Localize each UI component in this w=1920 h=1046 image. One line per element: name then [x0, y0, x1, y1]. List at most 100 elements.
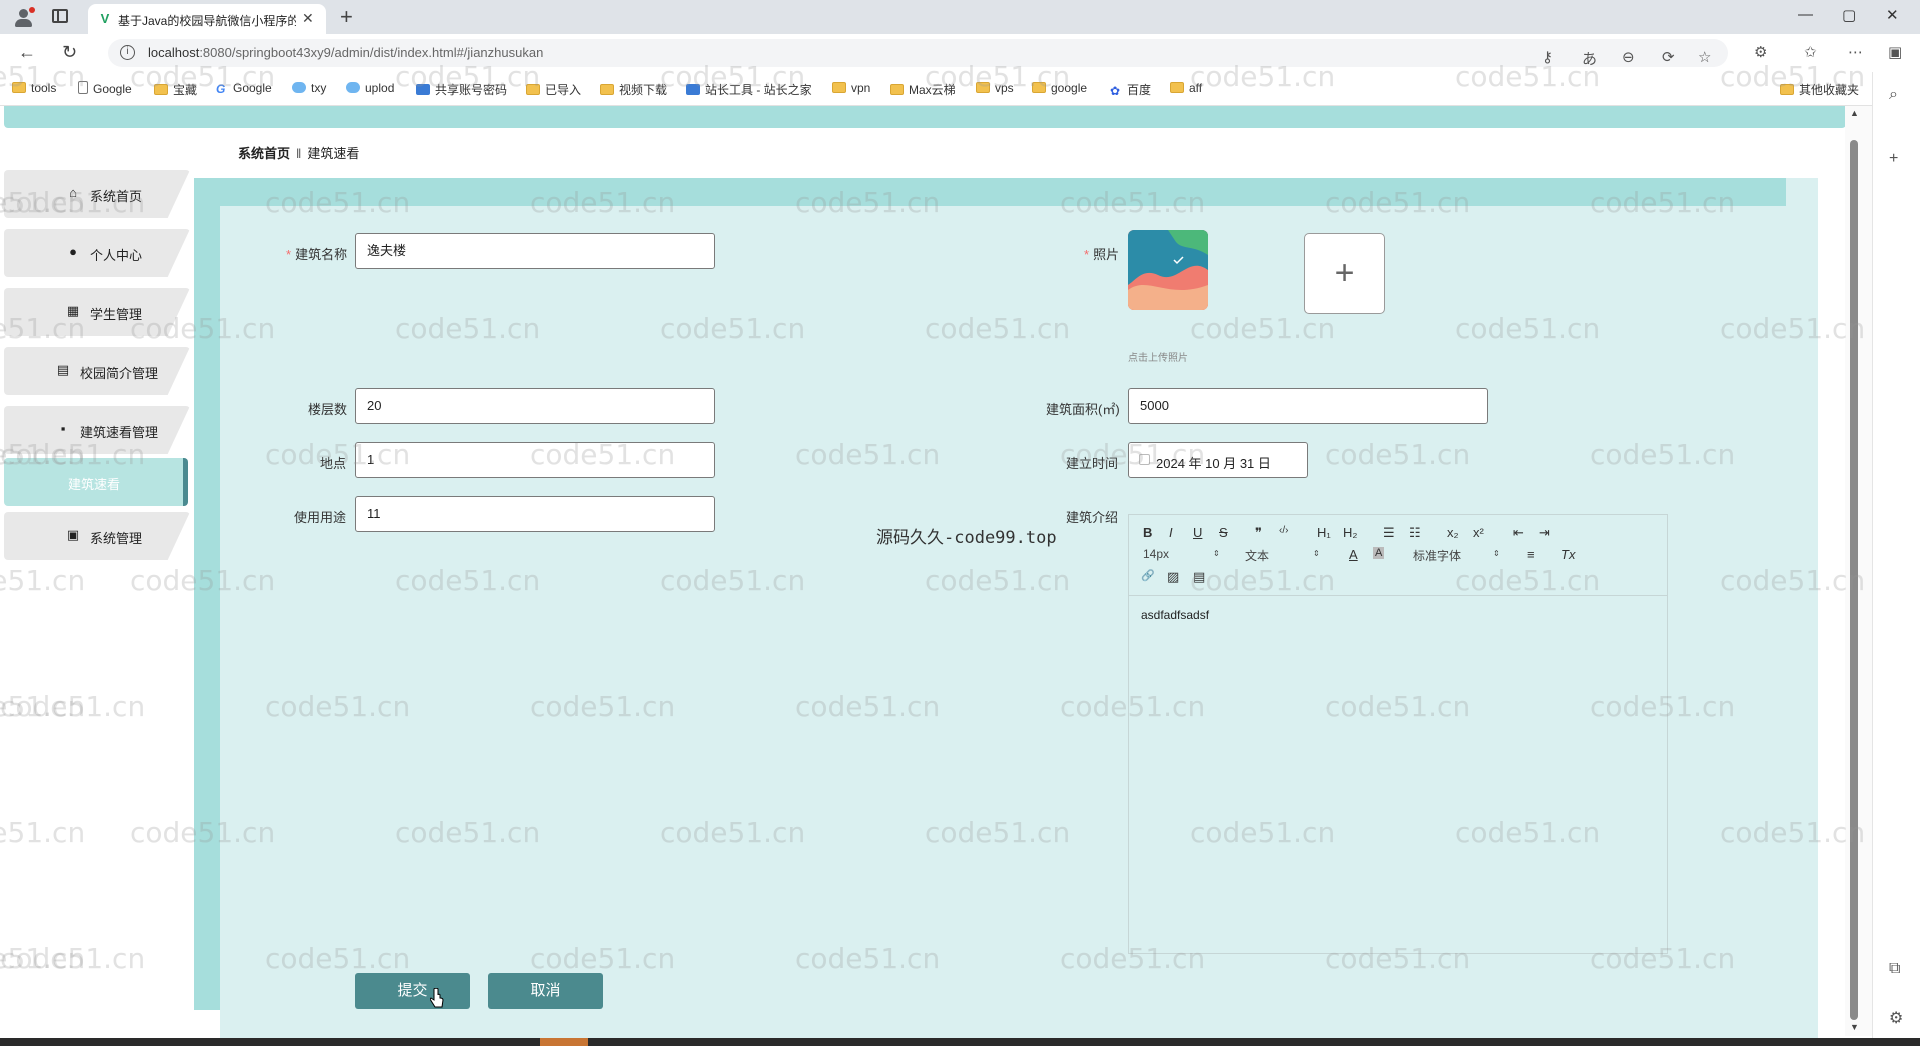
bookmark-vpn[interactable]: vpn — [832, 81, 870, 97]
text-type-select[interactable]: 文本 ⇕ — [1245, 547, 1320, 564]
heading2-icon[interactable]: H₂ — [1343, 525, 1357, 540]
folder-icon — [1780, 84, 1794, 95]
scroll-down-icon[interactable]: ▼ — [1850, 1022, 1859, 1032]
close-window-button[interactable]: ✕ — [1886, 6, 1899, 24]
blockquote-icon[interactable]: ❞ — [1255, 525, 1262, 541]
site-info-icon[interactable]: i — [120, 45, 135, 60]
bookmark-vps[interactable]: vps — [976, 81, 1014, 97]
sidebar-item-label: 系统首页 — [90, 189, 143, 204]
bookmark-txy[interactable]: txy — [292, 81, 326, 97]
browser-tab[interactable]: V 基于Java的校园导航微信小程序的 ✕ — [88, 4, 326, 34]
image-icon[interactable]: ▨ — [1167, 569, 1179, 585]
sync-icon[interactable]: ⟳ — [1662, 48, 1675, 66]
clear-format-icon[interactable]: Tx — [1561, 547, 1575, 562]
editor-toolbar-row-3: 🔗 ▨ ▤ — [1129, 569, 1669, 589]
sidebar-item-profile[interactable]: ● 个人中心 — [4, 229, 190, 277]
reload-icon[interactable]: ↻ — [62, 42, 77, 63]
bookmark-google[interactable]: Google — [78, 81, 132, 97]
edge-sidebar: ⌕ + ⧉ ⚙ — [1872, 72, 1920, 1046]
more-menu-icon[interactable]: ⋯ — [1848, 43, 1863, 61]
url-input[interactable]: i localhost:8080/springboot43xy9/admin/d… — [108, 39, 1728, 69]
building-name-input[interactable]: 逸夫楼 — [355, 233, 715, 269]
bookmark-shared-accounts[interactable]: 共享账号密码 — [416, 81, 507, 97]
italic-icon[interactable]: I — [1169, 525, 1173, 540]
bookmark-google-2[interactable]: G Google — [216, 81, 272, 97]
new-tab-button[interactable]: + — [340, 4, 353, 30]
scroll-up-icon[interactable]: ▲ — [1850, 108, 1859, 118]
submit-button[interactable]: 提交 — [355, 973, 470, 1009]
background-color-icon[interactable]: A — [1373, 547, 1385, 559]
folder-icon — [526, 84, 540, 95]
breadcrumb-current: 建筑速看 — [307, 146, 360, 161]
bookmark-uplod[interactable]: uplod — [346, 81, 394, 97]
usage-input[interactable]: 11 — [355, 496, 715, 532]
font-size-select[interactable]: 14px ⇕ — [1143, 547, 1220, 561]
tab-actions-icon[interactable] — [52, 9, 68, 23]
sidebar-item-building-admin[interactable]: ▪ 建筑速看管理 — [4, 406, 190, 454]
favorite-star-icon[interactable]: ☆ — [1698, 48, 1711, 66]
photo-image — [1128, 230, 1208, 310]
sidebar-item-students[interactable]: ▦ 学生管理 — [4, 288, 190, 336]
ordered-list-icon[interactable]: ☰ — [1383, 525, 1395, 541]
heading1-icon[interactable]: H₁ — [1317, 525, 1331, 540]
underline-icon[interactable]: U — [1193, 525, 1202, 540]
strikethrough-icon[interactable]: S — [1219, 525, 1228, 540]
favorites-icon[interactable]: ✩ — [1804, 43, 1817, 61]
profile-icon[interactable] — [12, 7, 35, 29]
page-scrollbar[interactable]: ▲ ▼ — [1845, 106, 1872, 1036]
tab-close-icon[interactable]: ✕ — [302, 10, 314, 27]
indent-icon[interactable]: ⇥ — [1539, 525, 1550, 541]
outdent-icon[interactable]: ⇤ — [1513, 525, 1524, 541]
sidebar-item-campus-intro[interactable]: ▤ 校园简介管理 — [4, 347, 190, 395]
rich-text-editor[interactable]: B I U S ❞ ‹/› H₁ H₂ ☰ ☷ x₂ x² ⇤ ⇥ 14px ⇕ … — [1128, 514, 1668, 954]
built-date-picker[interactable]: 2024 年 10 月 31 日 — [1128, 442, 1308, 478]
link-icon[interactable]: 🔗 — [1141, 569, 1155, 582]
bookmark-tools[interactable]: tools — [12, 81, 56, 97]
back-icon[interactable]: ← — [18, 42, 36, 63]
key-icon[interactable]: ⚷ — [1542, 48, 1553, 66]
breadcrumb: 系统首页 ‖ 建筑速看 — [238, 143, 359, 162]
location-input[interactable]: 1 — [355, 442, 715, 478]
sidebar-item-home[interactable]: ⌂ 系统首页 — [4, 170, 190, 218]
area-input[interactable]: 5000 — [1128, 388, 1488, 424]
sidebar-toggle-icon[interactable]: ▣ — [1888, 43, 1902, 61]
url-text[interactable]: localhost:8080/springboot43xy9/admin/dis… — [148, 45, 543, 60]
minimize-button[interactable]: — — [1798, 6, 1813, 23]
bookmark-chinaz[interactable]: 站长工具 - 站长之家 — [686, 81, 812, 97]
bookmark-max[interactable]: Max云梯 — [890, 81, 956, 97]
subscript-icon[interactable]: x₂ — [1447, 525, 1459, 540]
bullet-list-icon[interactable]: ☷ — [1409, 525, 1421, 541]
settings-gear-icon[interactable]: ⚙ — [1889, 1008, 1903, 1028]
photo-upload-button[interactable]: + — [1304, 233, 1385, 314]
bookmark-video-download[interactable]: 视频下载 — [600, 81, 667, 97]
editor-content[interactable]: asdfadfsadsf — [1141, 608, 1209, 622]
translate-icon[interactable]: あ — [1582, 48, 1597, 69]
bookmark-baidu[interactable]: ✿ 百度 — [1110, 81, 1151, 97]
search-icon[interactable]: ⌕ — [1889, 86, 1898, 104]
bookmark-google-folder[interactable]: google — [1032, 81, 1087, 97]
add-icon[interactable]: + — [1889, 150, 1898, 168]
zoom-out-icon[interactable]: ⊖ — [1622, 48, 1635, 66]
bookmark-aff[interactable]: aff — [1170, 81, 1202, 97]
breadcrumb-home[interactable]: 系统首页 — [238, 146, 290, 161]
bookmark-other[interactable]: 其他收藏夹 — [1780, 81, 1859, 97]
font-color-icon[interactable]: A — [1349, 547, 1358, 562]
scrollbar-thumb[interactable] — [1850, 140, 1858, 1020]
photo-upload-hint: 点击上传照片 — [1128, 353, 1188, 364]
video-icon[interactable]: ▤ — [1193, 569, 1205, 585]
bold-icon[interactable]: B — [1143, 525, 1152, 540]
align-icon[interactable]: ≡ — [1527, 547, 1535, 562]
superscript-icon[interactable]: x² — [1473, 525, 1484, 540]
sidebar-item-building-view[interactable]: 建筑速看 — [4, 458, 188, 506]
bookmark-treasure[interactable]: 宝藏 — [154, 81, 197, 97]
uploaded-photo-thumbnail[interactable] — [1128, 230, 1208, 310]
code-icon[interactable]: ‹/› — [1279, 525, 1288, 536]
extensions-icon[interactable]: ⚙ — [1754, 43, 1767, 61]
bookmark-imported[interactable]: 已导入 — [526, 81, 581, 97]
floors-input[interactable]: 20 — [355, 388, 715, 424]
cancel-button[interactable]: 取消 — [488, 973, 603, 1009]
restore-button[interactable]: ▢ — [1842, 6, 1856, 24]
font-family-select[interactable]: 标准字体 ⇕ — [1413, 547, 1500, 564]
screen-capture-icon[interactable]: ⧉ — [1889, 960, 1900, 978]
sidebar-item-system[interactable]: ▣ 系统管理 — [4, 512, 190, 560]
